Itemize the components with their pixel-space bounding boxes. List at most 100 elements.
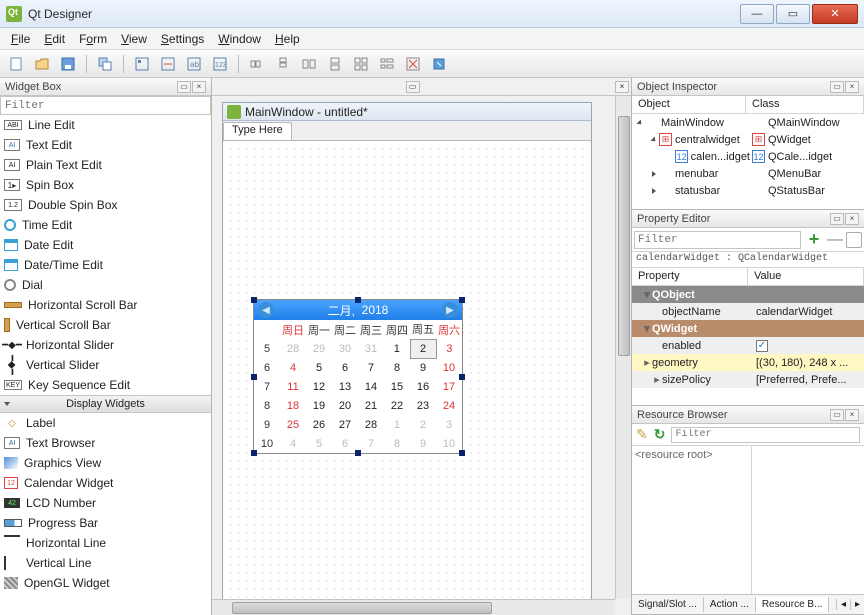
widget-item[interactable]: Progress Bar	[0, 513, 211, 533]
calendar-year[interactable]: 2018	[362, 303, 389, 317]
calendar-cell[interactable]: 3	[436, 415, 462, 434]
calendar-cell[interactable]: 11	[280, 377, 306, 396]
calendar-cell[interactable]: 20	[332, 396, 358, 415]
col-property[interactable]: Property	[632, 268, 748, 285]
tree-row[interactable]: 12calen...idget 12QCale...idget	[632, 148, 864, 165]
calendar-cell[interactable]: 4	[280, 358, 306, 377]
remove-property-icon[interactable]: —	[827, 231, 843, 249]
property-section[interactable]: ▾QWidget	[632, 320, 864, 337]
widget-item[interactable]: 1▸Spin Box	[0, 175, 211, 195]
calendar-cell[interactable]: 31	[358, 339, 384, 358]
calendar-cell[interactable]: 9	[410, 358, 436, 377]
tab-scroll-left-icon[interactable]: ◂	[836, 599, 850, 610]
widget-item[interactable]: OpenGL Widget	[0, 573, 211, 593]
add-property-icon[interactable]: +	[804, 230, 824, 250]
calendar-cell[interactable]: 18	[280, 396, 306, 415]
tree-row[interactable]: menubar QMenuBar	[632, 165, 864, 182]
widget-item[interactable]: Horizontal Line	[0, 533, 211, 553]
float-icon[interactable]: ▭	[406, 81, 420, 93]
property-section[interactable]: ▾QObject	[632, 286, 864, 303]
tool-layout-h[interactable]	[245, 53, 269, 75]
scrollbar-vertical[interactable]	[615, 96, 631, 599]
calendar-cell[interactable]: 1	[384, 339, 410, 358]
property-filter[interactable]	[634, 231, 801, 249]
calendar-cell[interactable]: 8	[384, 358, 410, 377]
menu-file[interactable]: File	[4, 30, 37, 48]
calendar-cell[interactable]: 6	[332, 358, 358, 377]
menu-settings[interactable]: Settings	[154, 30, 211, 48]
resource-tree[interactable]: <resource root>	[632, 446, 752, 594]
widget-item[interactable]: Date Edit	[0, 235, 211, 255]
widget-item[interactable]: Vertical Scroll Bar	[0, 315, 211, 335]
tab-resource[interactable]: Resource B...	[756, 597, 830, 612]
calendar-cell[interactable]: 14	[358, 377, 384, 396]
tool-edittaborder[interactable]: 123	[208, 53, 232, 75]
calendar-cell[interactable]: 9	[410, 434, 436, 453]
menu-form[interactable]: Form	[72, 30, 114, 48]
tab-action[interactable]: Action ...	[704, 597, 756, 612]
calendar-cell[interactable]: 24	[436, 396, 462, 415]
tool-breaklayout[interactable]	[401, 53, 425, 75]
widget-item[interactable]: 42LCD Number	[0, 493, 211, 513]
calendar-cell[interactable]: 2	[410, 339, 436, 358]
menu-placeholder[interactable]: Type Here	[223, 122, 292, 140]
resource-filter[interactable]	[671, 427, 860, 443]
tool-layout-vsplit[interactable]	[323, 53, 347, 75]
tool-save[interactable]	[56, 53, 80, 75]
close-icon[interactable]: ×	[192, 81, 206, 93]
col-class[interactable]: Class	[746, 96, 864, 113]
tool-adjustsize[interactable]	[427, 53, 451, 75]
tree-row[interactable]: ⊞centralwidget ⊞QWidget	[632, 131, 864, 148]
col-value[interactable]: Value	[748, 268, 864, 285]
tool-open[interactable]	[30, 53, 54, 75]
widget-item[interactable]: Vertical Line	[0, 553, 211, 573]
tab-signal-slot[interactable]: Signal/Slot ...	[632, 597, 704, 612]
object-tree[interactable]: Object Class MainWindow QMainWindow ⊞cen…	[632, 96, 864, 209]
calendar-cell[interactable]: 17	[436, 377, 462, 396]
property-table[interactable]: Property Value ▾QObjectobjectNamecalenda…	[632, 268, 864, 388]
calendar-cell[interactable]: 28	[280, 339, 306, 358]
calendar-cell[interactable]: 7	[358, 358, 384, 377]
calendar-cell[interactable]: 19	[306, 396, 332, 415]
calendar-grid[interactable]: 周日周一周二周三周四周五周六52829303112364567891071112…	[254, 320, 462, 453]
close-icon[interactable]: ×	[845, 81, 859, 93]
widget-item[interactable]: AIText Browser	[0, 433, 211, 453]
property-row[interactable]: enabled✓	[632, 337, 864, 354]
calendar-cell[interactable]: 8	[384, 434, 410, 453]
calendar-cell[interactable]: 23	[410, 396, 436, 415]
calendar-cell[interactable]: 5	[306, 434, 332, 453]
close-icon[interactable]: ×	[845, 409, 859, 421]
float-icon[interactable]: ▭	[830, 81, 844, 93]
calendar-cell[interactable]: 2	[410, 415, 436, 434]
calendar-cell[interactable]: 22	[384, 396, 410, 415]
calendar-cell[interactable]: 29	[306, 339, 332, 358]
tool-layout-hsplit[interactable]	[297, 53, 321, 75]
minimize-button[interactable]: —	[740, 4, 774, 24]
calendar-cell[interactable]: 12	[306, 377, 332, 396]
calendar-cell[interactable]: 15	[384, 377, 410, 396]
close-icon[interactable]: ×	[845, 213, 859, 225]
form-window[interactable]: MainWindow - untitled* Type Here ◀ 二月, 2…	[222, 102, 592, 602]
calendar-cell[interactable]: 7	[358, 434, 384, 453]
calendar-widget[interactable]: ◀ 二月, 2018 ▶ 周日周一周二周三周四周五周六5282930311236…	[253, 299, 463, 454]
widget-item[interactable]: Date/Time Edit	[0, 255, 211, 275]
calendar-cell[interactable]: 5	[306, 358, 332, 377]
widget-item[interactable]: AIPlain Text Edit	[0, 155, 211, 175]
close-icon[interactable]: ×	[615, 81, 629, 93]
calendar-cell[interactable]: 1	[384, 415, 410, 434]
tab-scroll-right-icon[interactable]: ▸	[850, 599, 864, 610]
tree-row[interactable]: MainWindow QMainWindow	[632, 114, 864, 131]
widget-item[interactable]: Time Edit	[0, 215, 211, 235]
property-row[interactable]: ▸sizePolicy[Preferred, Prefe...	[632, 371, 864, 388]
next-month-icon[interactable]: ▶	[442, 302, 458, 318]
calendar-cell[interactable]: 13	[332, 377, 358, 396]
close-button[interactable]: ✕	[812, 4, 858, 24]
tool-layout-form[interactable]	[375, 53, 399, 75]
widget-item[interactable]: ABILine Edit	[0, 115, 211, 135]
widget-item[interactable]: KEYKey Sequence Edit	[0, 375, 211, 395]
widget-item[interactable]: 12Calendar Widget	[0, 473, 211, 493]
widget-item[interactable]: 1.2Double Spin Box	[0, 195, 211, 215]
menu-help[interactable]: Help	[268, 30, 307, 48]
widget-item[interactable]: Graphics View	[0, 453, 211, 473]
scrollbar-horizontal[interactable]	[212, 599, 615, 615]
